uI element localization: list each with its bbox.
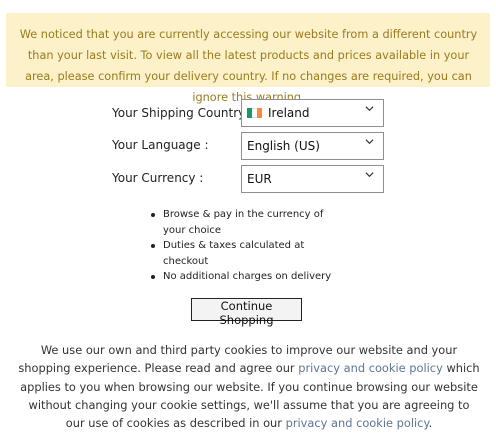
language-value: English (US) bbox=[247, 139, 320, 153]
cookie-notice: We use our own and third party cookies t… bbox=[18, 341, 480, 432]
benefits-list: Browse & pay in the currency of your cho… bbox=[148, 207, 348, 285]
language-label: Your Language : bbox=[112, 138, 209, 152]
chevron-down-icon bbox=[365, 172, 374, 178]
benefit-item: Duties & taxes calculated at checkout bbox=[148, 238, 348, 269]
continue-shopping-button[interactable]: Continue Shopping bbox=[191, 298, 302, 327]
currency-value: EUR bbox=[247, 172, 272, 186]
currency-select[interactable]: EUR bbox=[241, 165, 384, 193]
shipping-country-value: Ireland bbox=[268, 106, 310, 120]
privacy-policy-link[interactable]: privacy and cookie policy bbox=[298, 361, 443, 375]
cookie-text-after: . bbox=[428, 416, 433, 431]
chevron-down-icon bbox=[365, 106, 374, 112]
shipping-country-label: Your Shipping Country : bbox=[112, 106, 254, 120]
benefit-item: No additional charges on delivery bbox=[148, 269, 348, 285]
language-select[interactable]: English (US) bbox=[241, 132, 384, 160]
currency-label: Your Currency : bbox=[112, 171, 204, 185]
notice-text: We noticed that you are currently access… bbox=[19, 28, 478, 104]
country-change-notice: We noticed that you are currently access… bbox=[6, 13, 490, 104]
benefit-item: Browse & pay in the currency of your cho… bbox=[148, 207, 348, 238]
shipping-country-select[interactable]: Ireland bbox=[241, 99, 384, 127]
chevron-down-icon bbox=[365, 139, 374, 145]
privacy-policy-link[interactable]: privacy and cookie policy bbox=[286, 416, 429, 430]
ireland-flag-icon bbox=[247, 108, 262, 118]
